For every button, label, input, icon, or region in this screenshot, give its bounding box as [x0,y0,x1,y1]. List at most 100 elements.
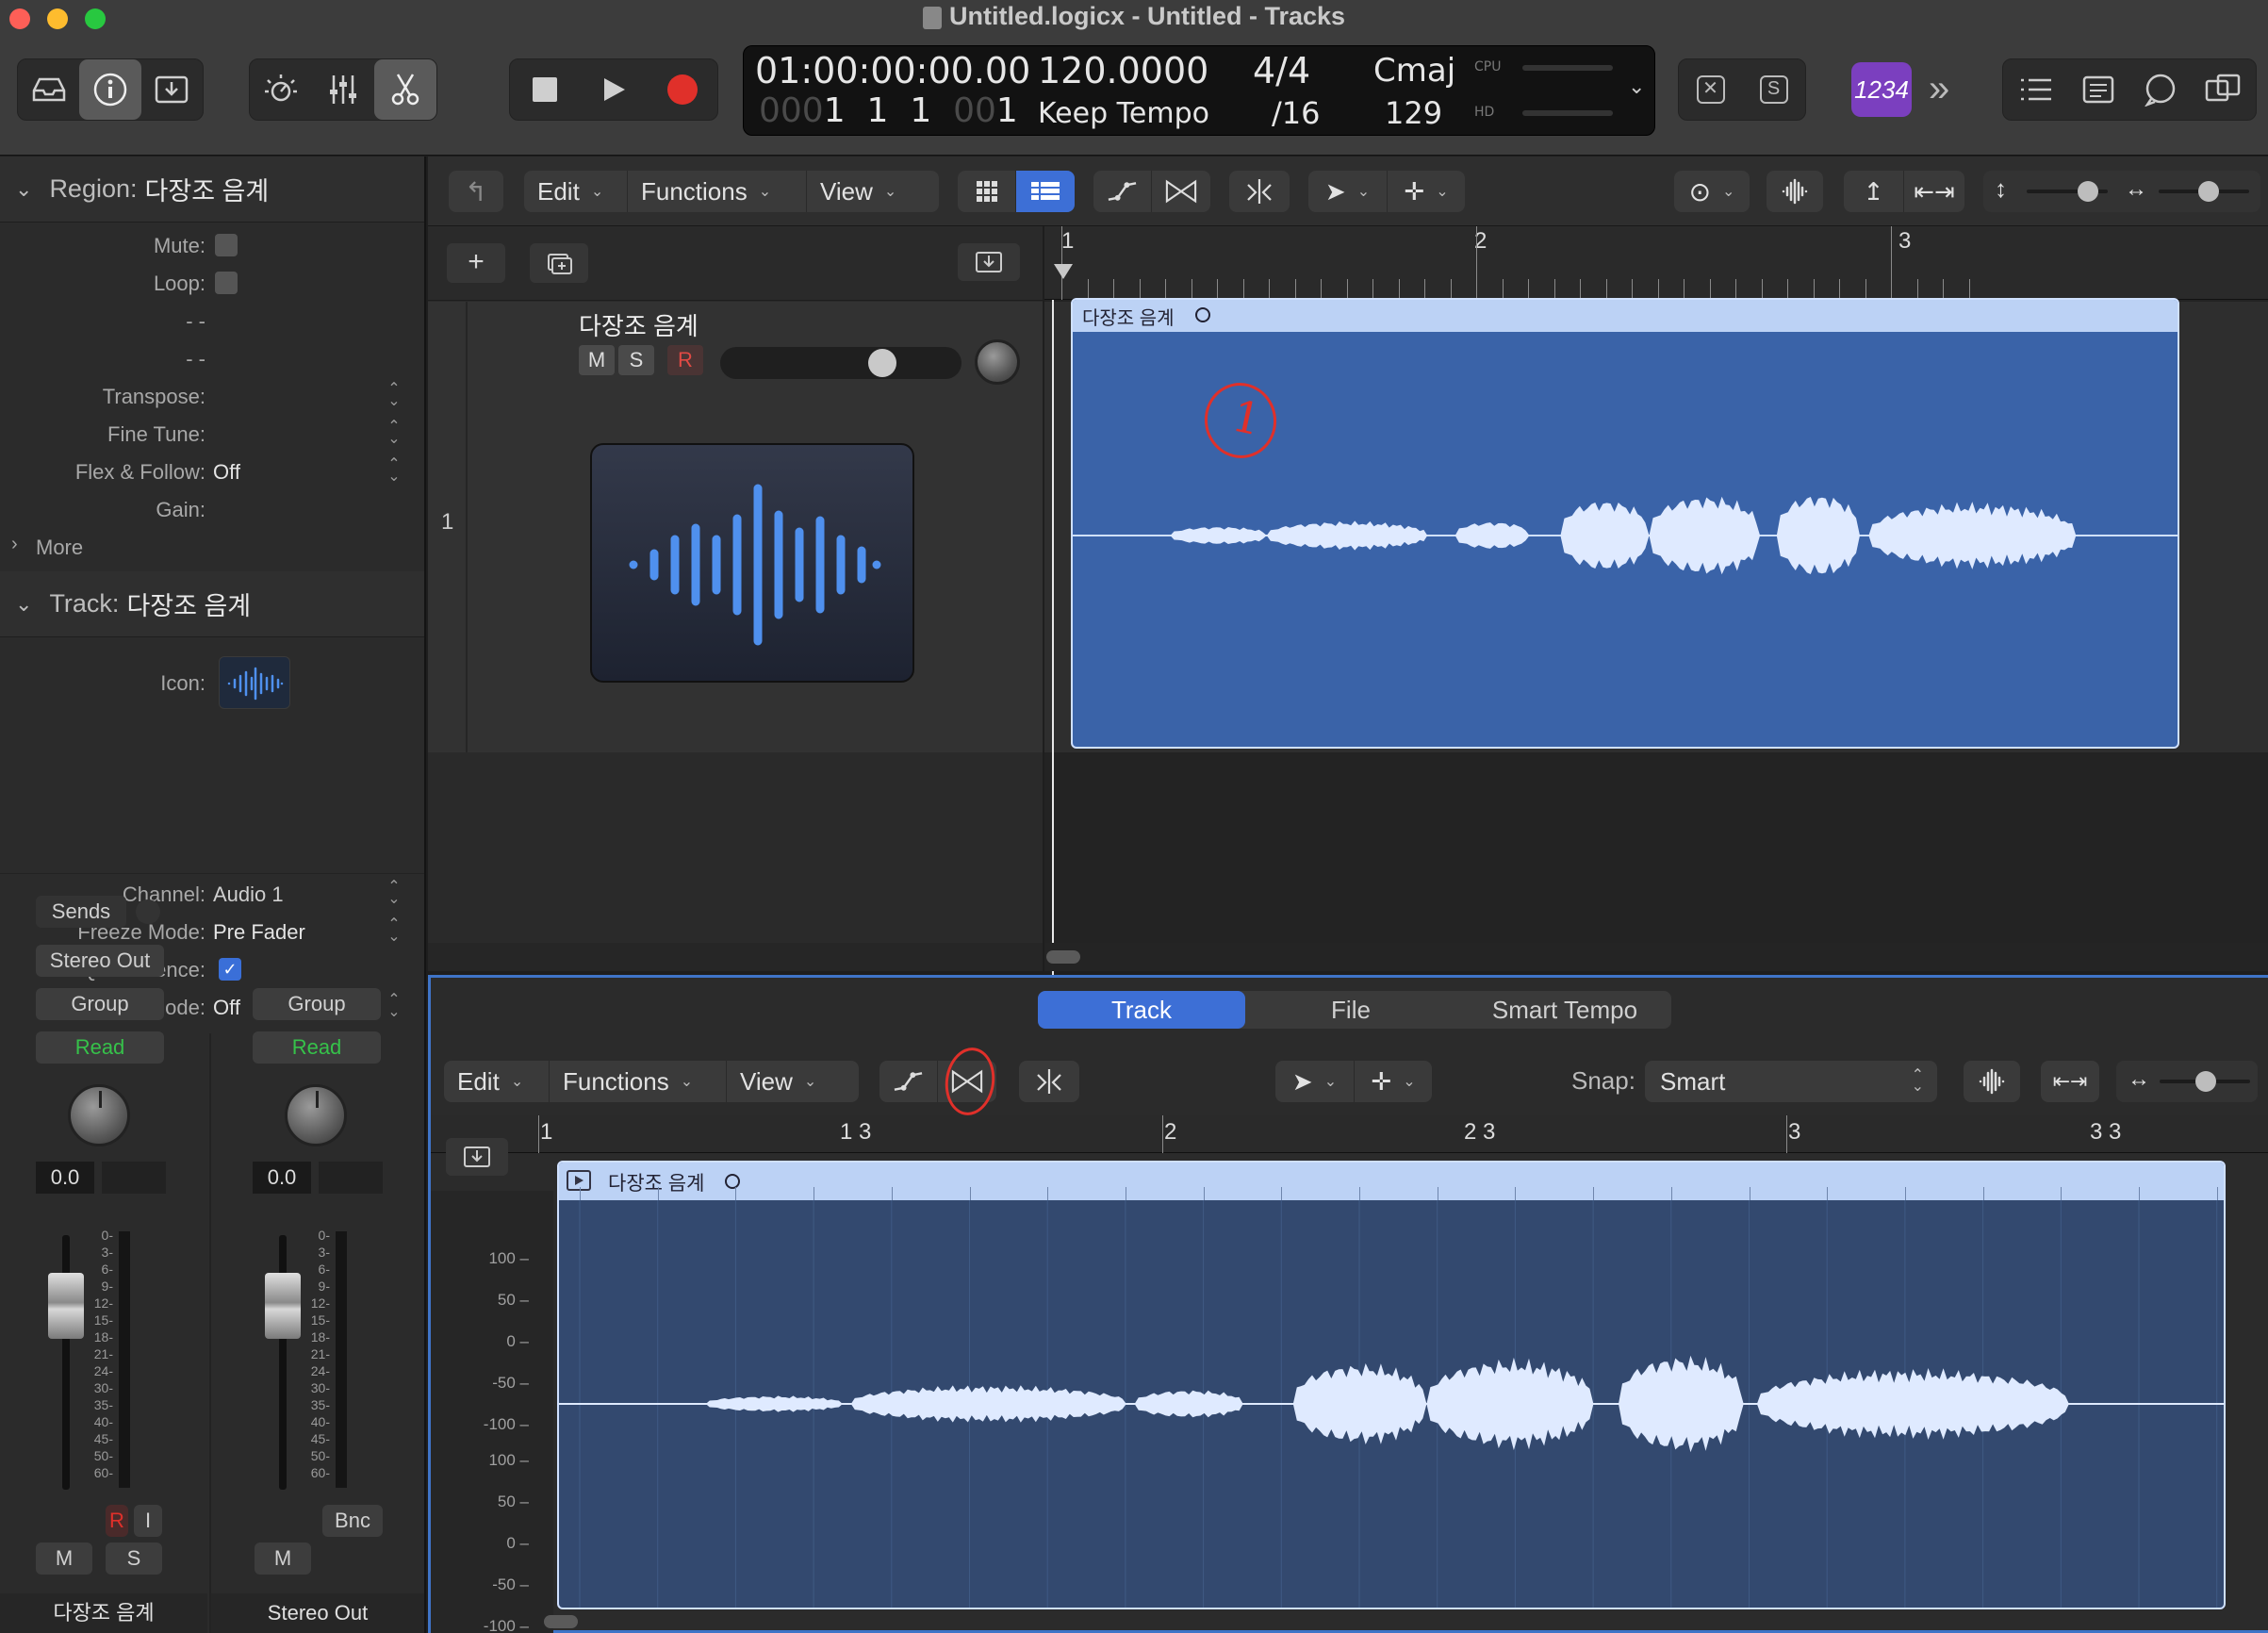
volume-value[interactable]: 0.0 [253,1162,311,1194]
edit-menu[interactable]: Edit ⌄ [524,171,628,212]
functions-menu[interactable]: Functions ⌄ [550,1061,727,1102]
view-menu[interactable]: View ⌄ [727,1061,859,1102]
fine-tune-row[interactable]: Fine Tune: ⌃ ⌄ [0,415,424,453]
inspector-icon[interactable] [79,59,141,120]
tab-file[interactable]: File [1247,991,1454,1029]
play-icon[interactable] [579,59,648,120]
download-icon[interactable] [958,243,1020,281]
fit-icon[interactable]: ⇤⇥ [1904,171,1964,212]
volume-fader[interactable] [265,1273,301,1339]
stepper-icon[interactable]: ⌃ ⌄ [386,917,402,945]
slider-knob[interactable] [2195,1071,2216,1092]
volume-value[interactable]: 0.0 [36,1162,94,1194]
sends-knob[interactable] [136,899,160,924]
pointer-tool-icon[interactable]: ➤ ⌄ [1275,1061,1355,1102]
download-icon[interactable] [446,1138,508,1176]
record-icon[interactable] [649,59,717,120]
functions-menu[interactable]: Functions ⌄ [628,171,807,212]
record-enable-button[interactable]: R [106,1505,128,1537]
solo-icon[interactable]: S [1742,59,1805,120]
input-monitor-button[interactable]: I [134,1505,162,1537]
q-reference-checkbox[interactable]: ✓ [219,958,241,981]
tracks-area[interactable]: 1 2 3 다장조 음계 1 [1044,226,2268,979]
edit-menu[interactable]: Edit ⌄ [444,1061,550,1102]
track-pan-knob[interactable] [975,339,1020,385]
library-icon[interactable] [18,59,79,120]
track-name[interactable]: 다장조 음계 [579,307,698,342]
solo-button[interactable]: S [106,1542,162,1575]
automation-icon[interactable] [879,1061,938,1102]
bounce-button[interactable]: Bnc [322,1505,383,1537]
gain-row[interactable]: Gain: [0,490,424,528]
track-mute-button[interactable]: M [579,345,615,375]
playhead-marker[interactable] [1054,264,1073,279]
group-button[interactable]: Group [36,988,164,1020]
stepper-icon[interactable]: ⌃ ⌄ [386,880,402,907]
stop-icon[interactable] [510,59,579,120]
stepper-icon[interactable]: ⌃ ⌄ [386,420,402,447]
slider-knob[interactable] [2198,181,2219,202]
lcd-chevron-down-icon[interactable]: ⌄ [1628,74,1645,99]
audio-region[interactable]: 다장조 음계 1 [1071,298,2179,749]
chevron-right-icon[interactable]: » [1929,68,1949,110]
split-icon[interactable] [1019,1061,1079,1102]
stepper-icon[interactable]: ⌃ ⌄ [386,382,402,409]
pointer-tool-icon[interactable]: ➤ ⌄ [1308,171,1388,212]
transpose-row[interactable]: Transpose: ⌃ ⌄ [0,377,424,415]
flex-icon[interactable] [1152,171,1210,212]
loop-checkbox[interactable] [215,272,238,294]
grid-view-icon[interactable] [958,171,1016,212]
horizontal-scrollbar[interactable] [544,1615,578,1628]
track-header-row[interactable]: 1 다장조 음계 M S R [428,302,1043,752]
track-inspector-header[interactable]: ⌄ Track: 다장조 음계 [0,571,424,637]
tab-smart-tempo[interactable]: Smart Tempo [1458,991,1671,1029]
tab-track[interactable]: Track [1038,991,1245,1029]
split-icon[interactable] [1229,171,1290,212]
replace-icon[interactable]: ✕ [1679,59,1742,120]
browsers-icon[interactable] [2192,59,2254,120]
horizontal-scrollbar[interactable] [1046,950,1080,964]
editor-audio-region[interactable]: 다장조 음계 [557,1161,2226,1609]
track-solo-button[interactable]: S [618,345,654,375]
slider-knob[interactable] [867,349,896,377]
pan-knob[interactable] [285,1084,347,1146]
lcd-display[interactable]: 01:00:00:00.00 0001 1 1 001 120.0000 Kee… [743,45,1655,136]
downloads-icon[interactable] [141,59,203,120]
catch-up-icon[interactable]: ↰ [449,171,503,212]
mute-checkbox[interactable] [215,234,238,256]
volume-fader[interactable] [48,1273,84,1339]
list-editors-icon[interactable] [2005,59,2067,120]
mixer-icon[interactable] [312,59,374,120]
loop-browser-icon[interactable] [2129,59,2192,120]
notepad-icon[interactable] [2067,59,2129,120]
add-track-icon[interactable]: + [447,243,505,283]
mute-button[interactable]: M [255,1542,311,1575]
list-view-icon[interactable] [1016,171,1075,212]
stepper-icon[interactable]: ⌃ ⌄ [386,993,402,1020]
editor-ruler[interactable]: 1 1 3 2 2 3 3 3 3 [431,1115,2268,1153]
track-icon[interactable] [219,656,290,709]
count-in-button[interactable]: 1234 [1851,62,1912,117]
automation-icon[interactable] [1093,171,1152,212]
vertical-zoom-icon[interactable]: ↥ [1844,171,1904,212]
smart-controls-icon[interactable] [250,59,312,120]
stepper-icon[interactable]: ⌃ ⌄ [386,457,402,485]
region-inspector-header[interactable]: ⌄ Region: 다장조 음계 [0,157,424,223]
slider-knob[interactable] [2078,181,2098,202]
marquee-tool-icon[interactable]: ✛ ⌄ [1388,171,1465,212]
view-menu[interactable]: View ⌄ [807,171,939,212]
automation-read-button[interactable]: Read [253,1031,381,1064]
snap-select[interactable]: Smart ⌃ ⌄ [1645,1061,1937,1102]
track-record-button[interactable]: R [667,345,703,375]
output-stereo-out-button[interactable]: Stereo Out [36,945,164,977]
duplicate-track-icon[interactable] [530,243,588,283]
automation-read-button[interactable]: Read [36,1031,164,1064]
more-options-icon[interactable]: ⊙ ⌄ [1674,171,1750,212]
pan-knob[interactable] [68,1084,130,1146]
sends-label[interactable]: Sends [36,896,126,928]
fit-icon[interactable]: ⇤⇥ [2041,1061,2099,1102]
track-volume-slider[interactable] [720,347,961,379]
bar-ruler[interactable]: 1 2 3 [1044,226,2268,300]
mute-button[interactable]: M [36,1542,92,1575]
waveform-zoom-icon[interactable] [1964,1061,2020,1102]
